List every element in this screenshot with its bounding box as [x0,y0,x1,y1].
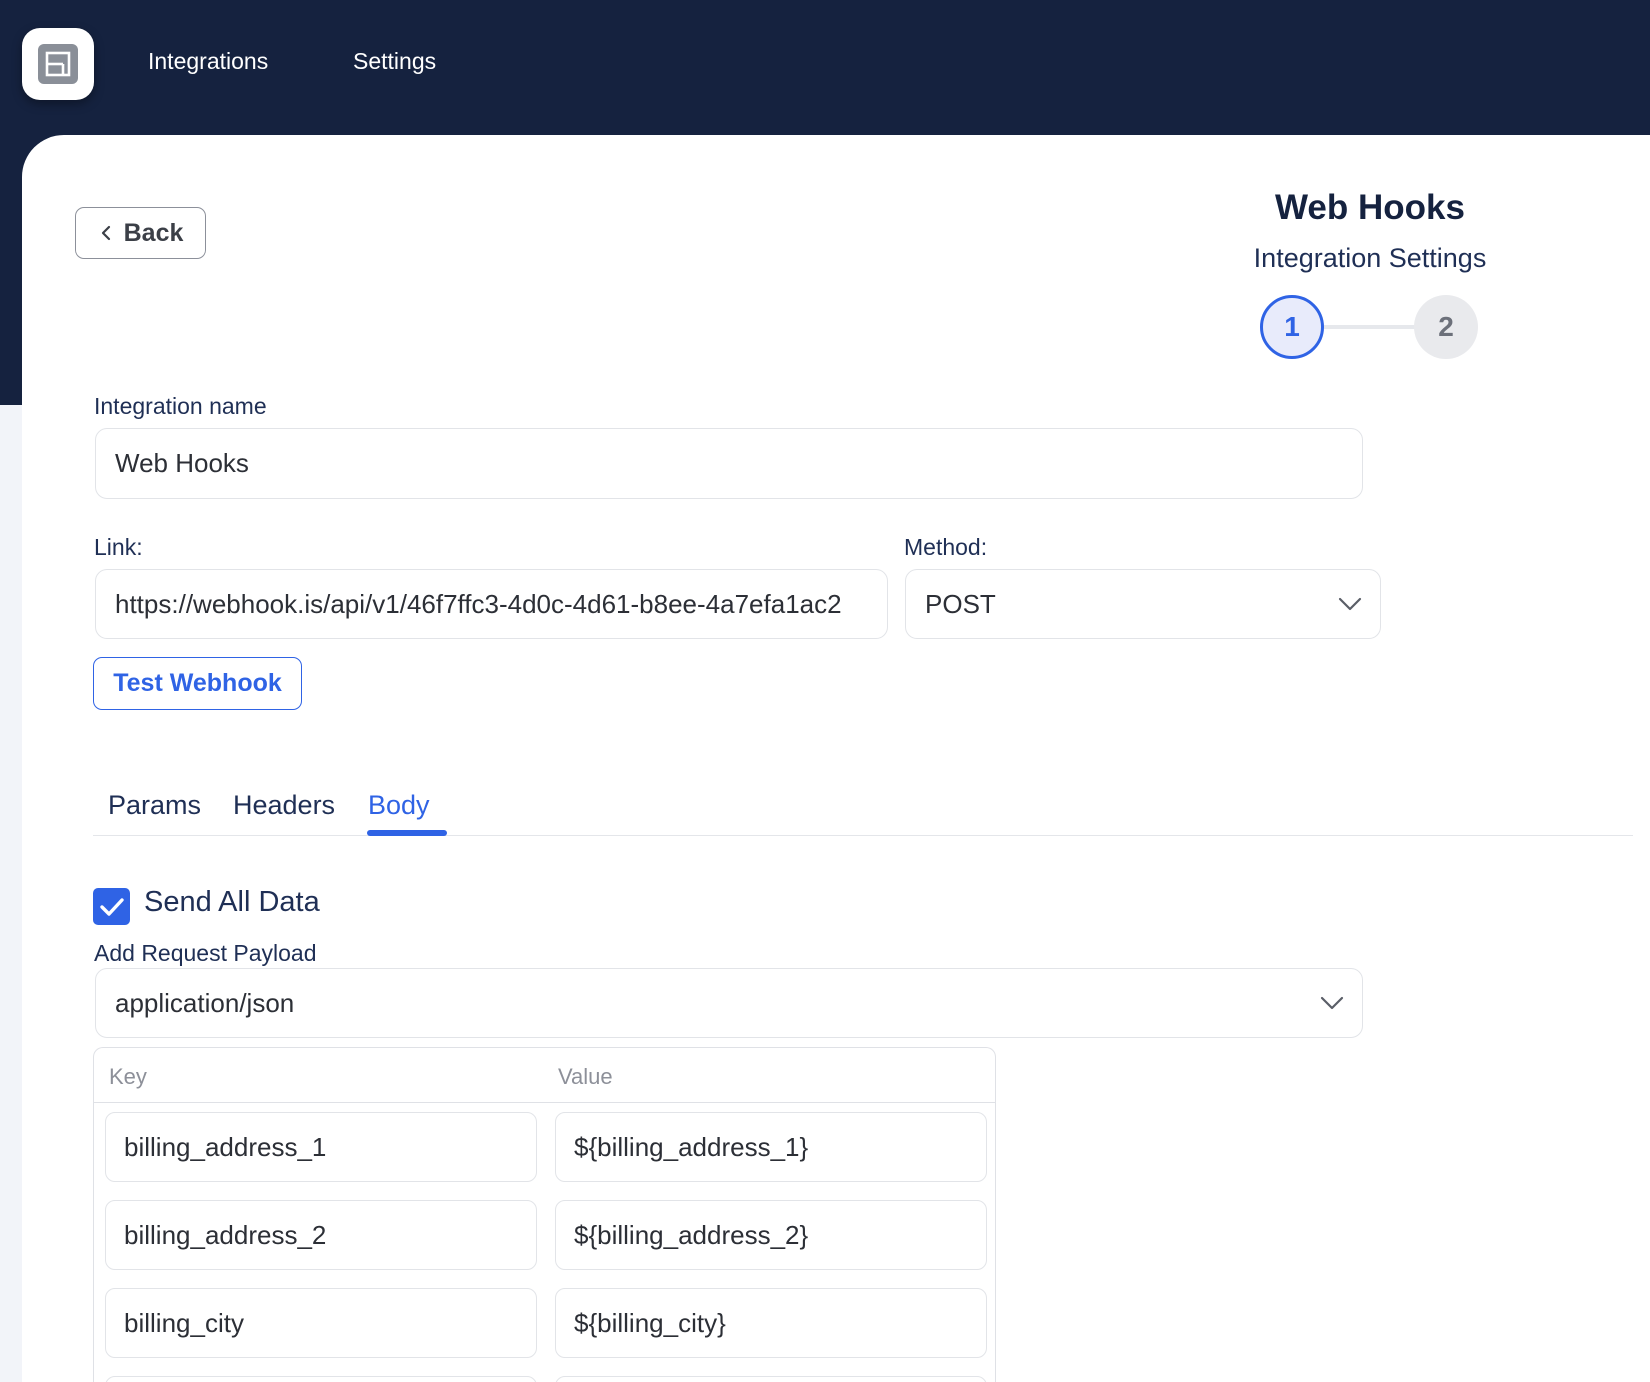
active-tab-indicator [367,830,447,836]
send-all-data-checkbox[interactable] [93,888,130,925]
tab-body[interactable]: Body [368,790,430,821]
step-2[interactable]: 2 [1414,295,1478,359]
method-label: Method: [904,534,988,560]
chevron-down-icon [1338,597,1362,611]
row-4-key-input[interactable] [105,1376,537,1382]
key-column-header: Key [109,1064,147,1089]
page-subtitle: Integration Settings [1253,243,1487,273]
nav-settings[interactable]: Settings [353,48,436,75]
back-button[interactable]: Back [75,207,206,259]
row-1-key-input[interactable]: billing_address_1 [105,1112,537,1182]
request-payload-label: Add Request Payload [94,940,317,966]
key-value-table: Key Value billing_address_1 ${billing_ad… [93,1047,996,1382]
link-input[interactable]: https://webhook.is/api/v1/46f7ffc3-4d0c-… [95,569,888,639]
tab-bar: Params Headers Body [93,790,1633,836]
stepper: 1 2 [1260,295,1480,359]
table-header: Key Value [94,1048,995,1103]
app-logo[interactable] [22,28,94,100]
link-label: Link: [94,534,143,560]
test-webhook-button[interactable]: Test Webhook [93,657,302,710]
chevron-left-icon [101,225,110,241]
nav-integrations[interactable]: Integrations [148,48,268,75]
payload-type-value: application/json [115,987,295,1018]
row-4-value-input[interactable] [555,1376,987,1382]
stepper-connector [1322,325,1416,329]
back-button-label: Back [123,218,184,247]
step-1[interactable]: 1 [1260,295,1324,359]
method-select-value: POST [925,588,996,619]
chevron-down-icon [1320,996,1344,1010]
payload-type-select[interactable]: application/json [95,968,1363,1038]
logo-icon [38,44,78,84]
value-column-header: Value [558,1064,613,1089]
send-all-data-label[interactable]: Send All Data [144,886,320,919]
integration-name-label: Integration name [94,393,267,419]
method-select[interactable]: POST [905,569,1381,639]
row-3-key-input[interactable]: billing_city [105,1288,537,1358]
left-background-strip [0,405,22,1382]
row-1-value-input[interactable]: ${billing_address_1} [555,1112,987,1182]
checkmark-icon [99,897,124,916]
row-3-value-input[interactable]: ${billing_city} [555,1288,987,1358]
tab-params[interactable]: Params [108,790,201,821]
row-2-key-input[interactable]: billing_address_2 [105,1200,537,1270]
row-2-value-input[interactable]: ${billing_address_2} [555,1200,987,1270]
integration-name-input[interactable]: Web Hooks [95,428,1363,499]
tab-headers[interactable]: Headers [233,790,335,821]
page-title: Web Hooks [1275,188,1465,227]
